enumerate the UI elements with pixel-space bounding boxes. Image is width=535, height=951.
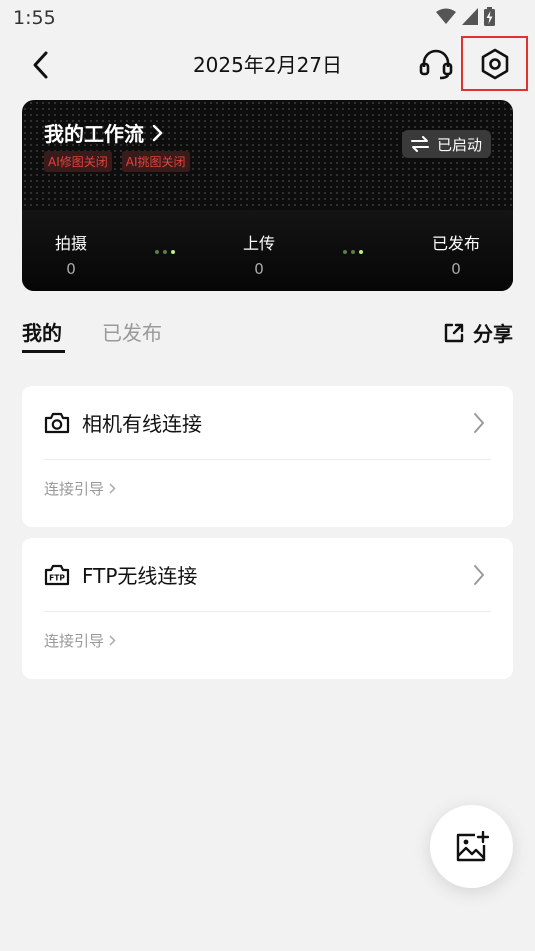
connection-guide-label: 连接引导 [44, 632, 105, 650]
workflow-status-label: 已启动 [436, 135, 482, 154]
workflow-title: 我的工作流 [44, 122, 144, 146]
progress-dots [343, 250, 363, 254]
connection-title: 相机有线连接 [82, 412, 202, 436]
stage-count: 0 [451, 260, 461, 278]
chevron-right-icon[interactable] [473, 564, 485, 586]
signal-icon [462, 8, 478, 25]
tab-mine[interactable]: 我的 [22, 317, 62, 346]
connection-guide-label: 连接引导 [44, 480, 105, 498]
connection-guide-link[interactable]: 连接引导 [44, 630, 116, 651]
chevron-right-icon[interactable] [473, 412, 485, 434]
ai-selection-tag: AI挑图关闭 [121, 151, 190, 172]
divider [44, 459, 491, 460]
connection-guide-link[interactable]: 连接引导 [44, 478, 116, 499]
chevron-right-icon [152, 124, 163, 141]
swap-arrows-icon [410, 136, 429, 152]
ai-retouch-tag: AI修图关闭 [44, 151, 112, 172]
share-label: 分享 [473, 322, 513, 346]
customer-service-button[interactable] [418, 48, 454, 80]
workflow-status-toggle[interactable]: 已启动 [401, 130, 491, 158]
share-icon [444, 323, 464, 342]
settings-button[interactable] [461, 36, 528, 91]
connection-header: 相机有线连接 [44, 408, 202, 437]
camera-icon [44, 412, 70, 433]
page-title: 2025年2月27日 [192, 53, 343, 77]
chevron-right-small-icon [109, 483, 116, 494]
ftp-wireless-connection-card[interactable]: FTP FTP无线连接 连接引导 [22, 538, 513, 679]
workflow-card[interactable]: 我的工作流 AI修图关闭 AI挑图关闭 已启动 拍摄 0 上传 0 已发布 0 [22, 100, 513, 291]
settings-hexagon-icon [481, 48, 508, 79]
stage-count: 0 [254, 260, 264, 278]
workflow-tags: AI修图关闭 AI挑图关闭 [44, 151, 190, 172]
stage-label: 拍摄 [54, 234, 87, 253]
progress-dots [155, 250, 175, 254]
stage-shoot: 拍摄 0 [44, 230, 98, 278]
headset-icon [419, 49, 453, 80]
stage-label: 上传 [242, 234, 275, 253]
connection-title: FTP无线连接 [82, 564, 198, 588]
camera-wired-connection-card[interactable]: 相机有线连接 连接引导 [22, 386, 513, 527]
tab-published[interactable]: 已发布 [102, 317, 162, 346]
tab-active-indicator [22, 350, 65, 353]
status-bar: 1:55 [0, 0, 535, 36]
battery-charging-icon [484, 7, 495, 26]
connection-header: FTP FTP无线连接 [44, 560, 197, 589]
status-icons [436, 7, 495, 26]
stage-upload: 上传 0 [232, 230, 286, 278]
stage-count: 0 [66, 260, 76, 278]
add-image-icon [456, 830, 489, 861]
ftp-icon: FTP [44, 564, 70, 585]
tab-bar: 我的 已发布 分享 [0, 300, 535, 356]
header: 2025年2月27日 [0, 36, 535, 92]
status-time: 1:55 [13, 7, 56, 29]
add-image-fab[interactable] [430, 805, 513, 888]
share-button[interactable]: 分享 [443, 318, 513, 347]
workflow-title-row[interactable]: 我的工作流 [44, 118, 164, 147]
wifi-icon [436, 8, 456, 24]
divider [44, 611, 491, 612]
chevron-right-small-icon [109, 635, 116, 646]
stage-published: 已发布 0 [422, 230, 490, 278]
stage-label: 已发布 [431, 234, 480, 253]
ftp-icon-text: FTP [49, 573, 65, 582]
